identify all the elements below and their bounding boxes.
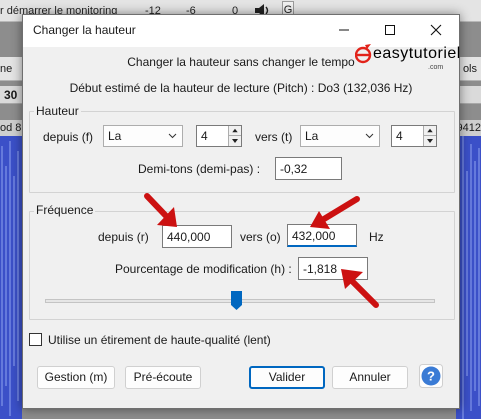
frequency-unit: Hz	[369, 230, 384, 244]
change-pitch-dialog: Changer la hauteur Changer la hauteur sa…	[22, 14, 460, 409]
semitones-value: -0,32	[280, 162, 308, 176]
cancel-button[interactable]: Annuler	[332, 366, 408, 389]
pitch-to-label: vers (t)	[255, 130, 293, 144]
help-icon[interactable]: ?	[419, 364, 443, 388]
spin-up-icon[interactable]	[229, 126, 241, 136]
pitch-group-label: Hauteur	[34, 104, 81, 118]
chevron-down-icon	[168, 133, 177, 139]
frequency-to-label: vers (o)	[240, 230, 281, 244]
annotation-arrow-icon	[144, 193, 177, 227]
pitch-estimate-text: Début estimé de la hauteur de lecture (P…	[69, 81, 413, 95]
pitch-to-octave-spinner[interactable]: 4	[391, 125, 437, 147]
pitch-to-note-value: La	[305, 129, 319, 143]
pitch-from-octave-value: 4	[201, 129, 208, 143]
easytutoriel-logo-icon	[355, 44, 372, 64]
spin-down-icon[interactable]	[229, 136, 241, 146]
frequency-group-label: Fréquence	[34, 203, 96, 217]
pitch-to-note-select[interactable]: La	[300, 125, 380, 147]
pitch-from-octave-spinner[interactable]: 4	[196, 125, 242, 147]
pitch-to-octave-value: 4	[396, 129, 403, 143]
annotation-arrow-icon	[310, 196, 360, 229]
semitones-label: Demi-tons (demi-pas) :	[138, 162, 261, 176]
manage-button[interactable]: Gestion (m)	[37, 366, 115, 389]
percent-change-value: -1,818	[303, 262, 338, 276]
maximize-icon	[385, 25, 395, 35]
spin-down-icon[interactable]	[424, 136, 436, 146]
pitch-from-note-value: La	[108, 129, 122, 143]
high-quality-checkbox[interactable]	[29, 333, 42, 346]
watermark-text: easytutoriel	[373, 45, 461, 62]
spin-up-icon[interactable]	[424, 126, 436, 136]
frequency-from-label: depuis (r)	[98, 230, 149, 244]
close-icon	[430, 24, 442, 36]
annotation-arrow-icon	[341, 269, 379, 308]
dialog-title: Changer la hauteur	[33, 23, 136, 37]
frequency-from-value: 440,000	[167, 230, 211, 244]
chevron-down-icon	[365, 133, 374, 139]
pitch-group	[29, 111, 455, 193]
percent-change-slider-thumb[interactable]	[230, 291, 242, 310]
watermark-subtext: .com	[428, 64, 444, 71]
pitch-from-label: depuis (f)	[43, 130, 94, 144]
apply-button[interactable]: Valider	[249, 366, 325, 389]
ruler-label: 30	[4, 88, 18, 102]
percent-change-label: Pourcentage de modification (h) :	[115, 262, 292, 276]
track-info-fragment: od 8	[0, 122, 22, 134]
high-quality-label[interactable]: Utilise un étirement de haute-qualité (l…	[48, 333, 271, 347]
easytutoriel-watermark: easytutoriel .com	[353, 41, 463, 73]
toolbar-fragment: ols	[462, 63, 477, 75]
help-glyph: ?	[427, 369, 435, 384]
preview-button[interactable]: Pré-écoute	[125, 366, 201, 389]
toolbar-fragment: ne	[0, 63, 13, 75]
semitones-input[interactable]: -0,32	[275, 157, 342, 180]
pitch-from-note-select[interactable]: La	[103, 125, 183, 147]
waveform-left[interactable]	[0, 136, 22, 419]
track-info-fragment: 9412	[456, 122, 481, 134]
minimize-icon	[339, 29, 349, 31]
